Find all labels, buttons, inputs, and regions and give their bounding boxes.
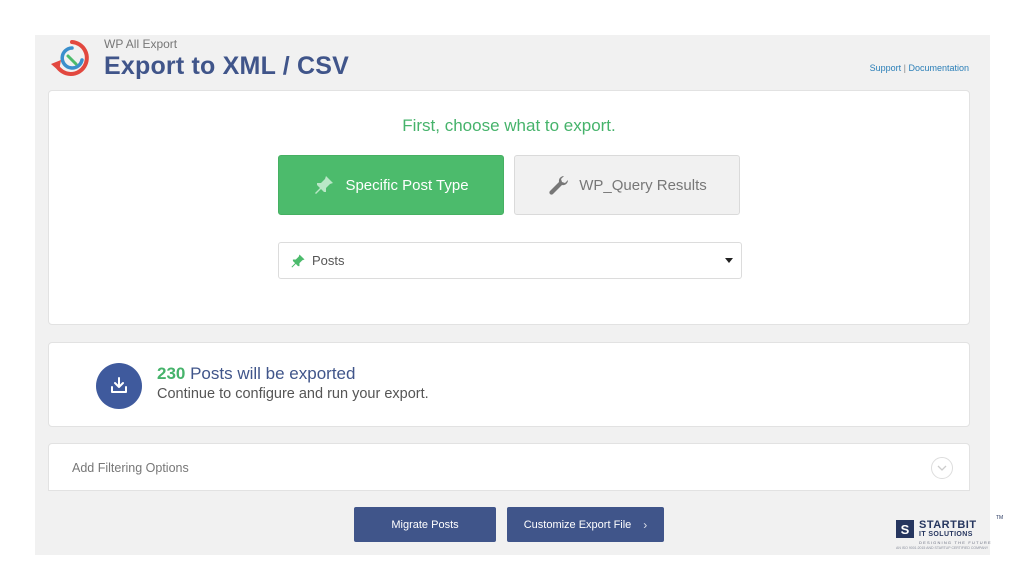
chevron-right-icon: › [643,517,648,532]
filtering-options-panel[interactable]: Add Filtering Options [48,443,970,491]
wrench-icon [549,175,569,195]
download-tray-icon [96,363,142,409]
header-links: Support | Documentation [870,63,969,73]
caret-down-icon [725,258,733,263]
app-name: WP All Export [104,37,178,51]
export-count-line: 230 Posts will be exported [157,364,355,384]
post-type-selected-value: Posts [312,253,345,268]
migrate-posts-button[interactable]: Migrate Posts [354,507,496,542]
filtering-options-label: Add Filtering Options [72,461,189,475]
customize-export-file-label: Customize Export File [523,518,632,531]
watermark-sub: IT SOLUTIONS [919,531,973,538]
wp-query-results-button[interactable]: WP_Query Results [514,155,740,215]
watermark-tm: TM [996,515,1004,521]
pushpin-icon [315,176,334,194]
export-summary-panel: 230 Posts will be exported Continue to c… [48,342,970,427]
wp-all-export-logo-icon [51,40,89,76]
choose-export-panel: First, choose what to export. Specific P… [48,90,970,325]
export-subtext: Continue to configure and run your expor… [157,386,429,402]
export-count-suffix: Posts will be exported [185,364,356,383]
watermark-tagline: DESIGNING THE FUTURE [919,540,992,545]
customize-export-file-button[interactable]: Customize Export File › [507,507,664,542]
choose-heading: First, choose what to export. [402,116,616,135]
page-title: Export to XML / CSV [104,52,350,80]
specific-post-type-button[interactable]: Specific Post Type [278,155,504,215]
chevron-down-icon[interactable] [931,457,953,479]
watermark-tiny: AN ISO 9001:2015 AND STARTUP CERTIFIED C… [896,546,989,550]
wp-query-results-label: WP_Query Results [579,176,707,194]
pushpin-icon [291,253,305,268]
startbit-watermark: S STARTBIT TM IT SOLUTIONS DESIGNING THE… [896,515,1004,552]
migrate-posts-label: Migrate Posts [391,518,459,531]
documentation-link[interactable]: Documentation [908,63,969,73]
export-count: 230 [157,364,186,383]
support-link[interactable]: Support [870,63,902,73]
post-type-select[interactable]: Posts [278,242,742,279]
startbit-logo-icon: S [896,520,914,538]
watermark-name: STARTBIT [919,519,977,531]
specific-post-type-label: Specific Post Type [345,176,469,194]
